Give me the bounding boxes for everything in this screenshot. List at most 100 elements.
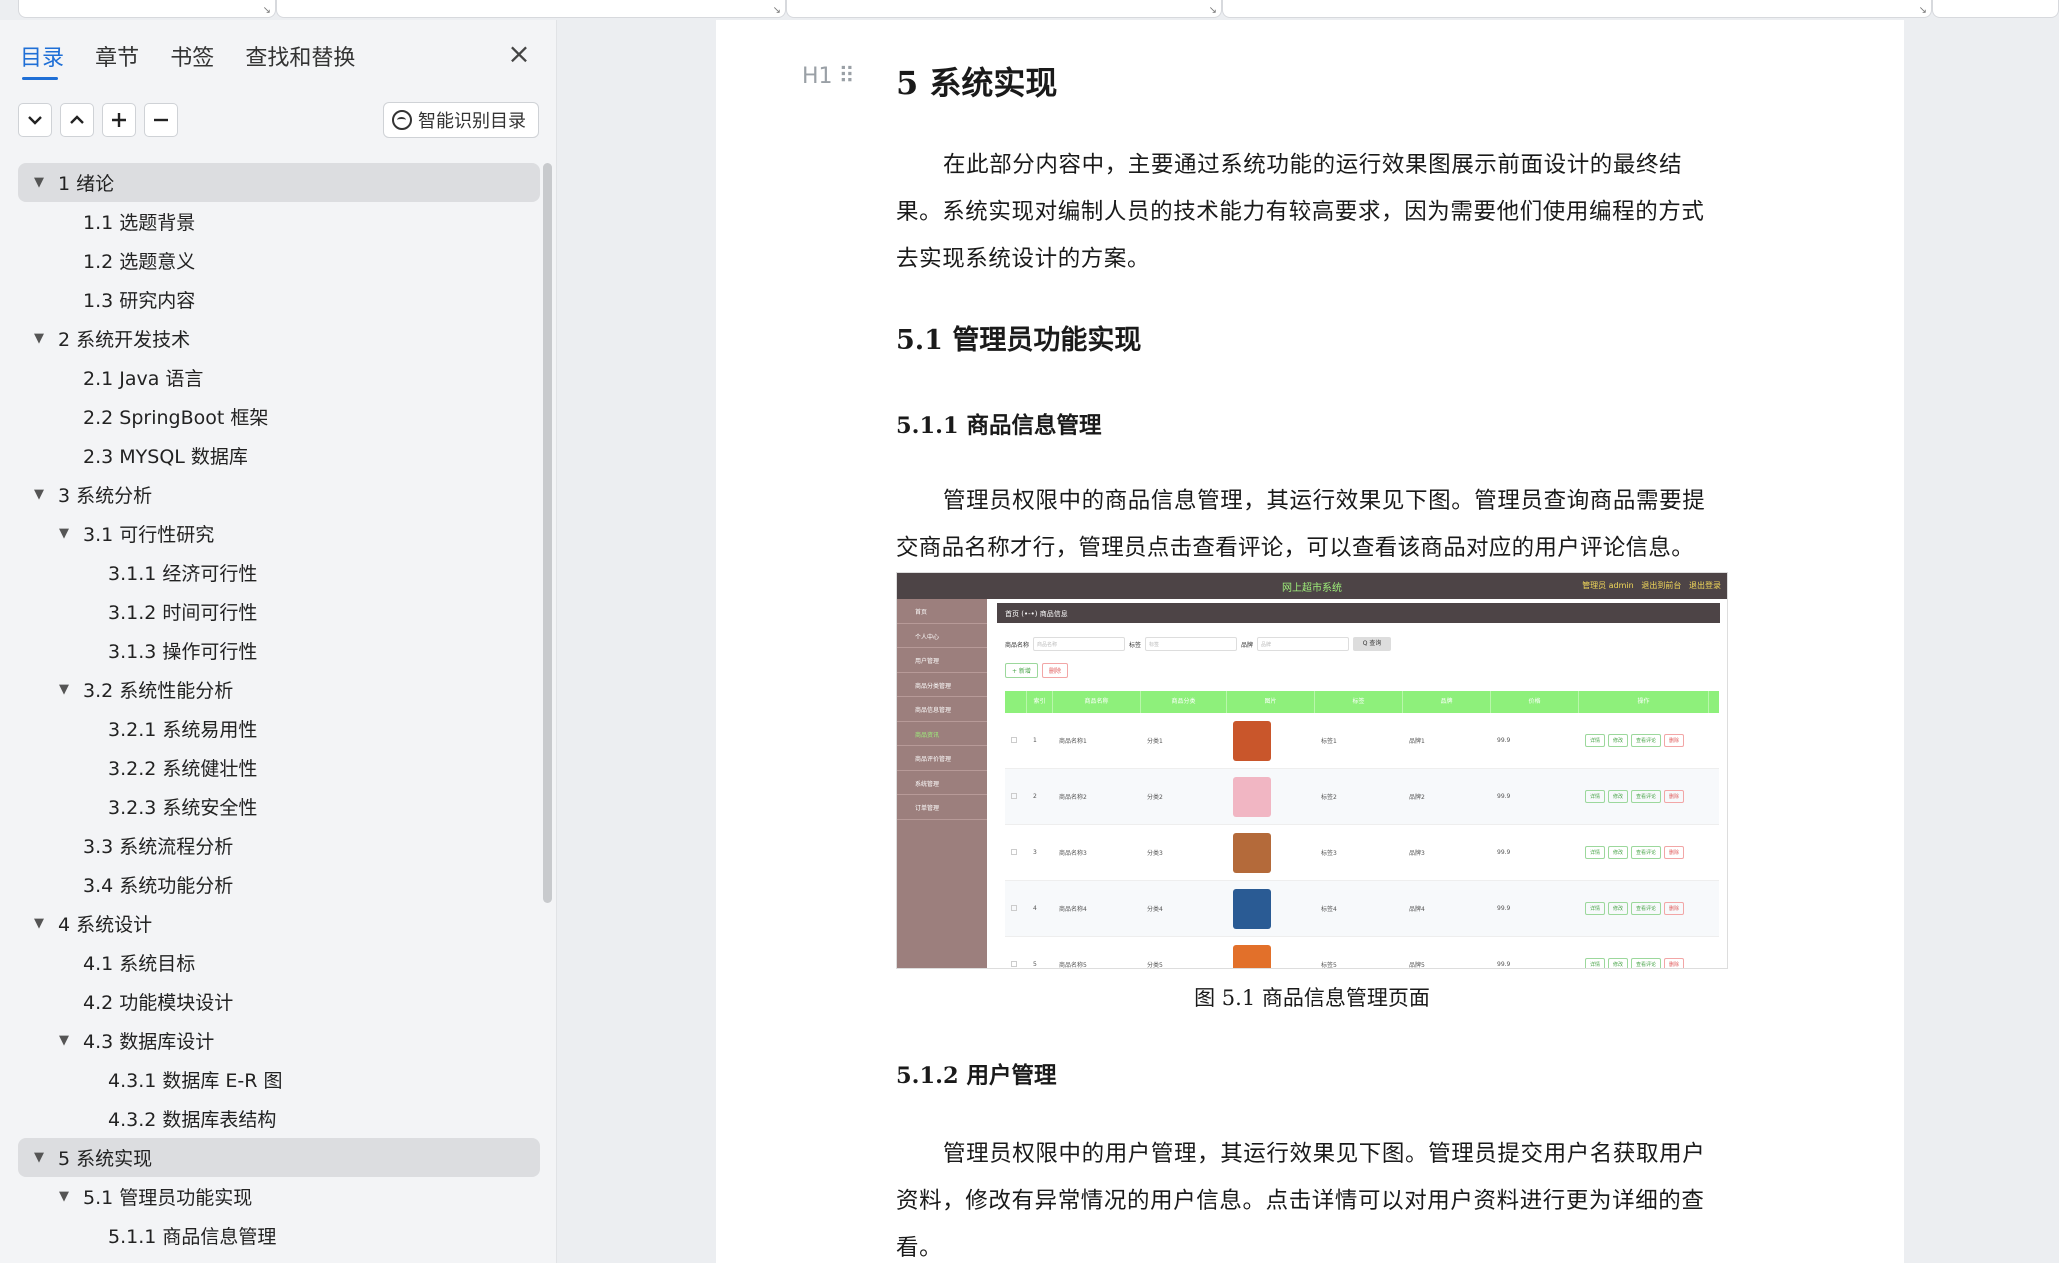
expand-arrow-icon[interactable]: ▼ [34,1150,44,1165]
shot-cell: 分类3 [1147,850,1163,857]
shot-label: 标签 [1129,641,1142,649]
toc-item[interactable]: ▼ 3.2 系统性能分析 [18,670,540,709]
minus-icon [154,118,168,122]
heading-handle[interactable]: H1 ⠿ [802,64,855,89]
shot-cell: 99.9 [1497,849,1511,856]
top-panel-4[interactable]: ↘ [1222,0,1932,18]
shot-row-checkbox [1005,792,1027,801]
top-panel-3[interactable]: ↘ [786,0,1222,18]
ai-recognize-toc-button[interactable]: 智能识别目录 [383,102,539,138]
shot-side-item: 系统管理 [897,771,987,795]
figure-image[interactable]: 网上超市系统 管理员 admin 退出到前台 退出登录 首页 个人中心 用户管理 商品… [896,572,1728,969]
toc-item[interactable]: 1.2 选题意义 [18,241,540,280]
resize-icon[interactable]: ↘ [773,5,781,16]
shot-cell: 品牌5 [1409,962,1425,969]
toc-item[interactable]: ▼ 5.1 管理员功能实现 [18,1177,540,1216]
toc-item[interactable]: 2.3 MYSQL 数据库 [18,436,540,475]
shot-row-checkbox [1005,960,1027,969]
heading-3-goods: 5.1.1 商品信息管理 [896,413,1102,439]
resize-icon[interactable]: ↘ [263,5,271,16]
toc-item[interactable]: ▼ 3.1 可行性研究 [18,514,540,553]
toc-item[interactable]: 2.2 SpringBoot 框架 [18,397,540,436]
toc-item[interactable]: ▼ 5 系统实现 [18,1138,540,1177]
toc-item[interactable]: 3.1.3 操作可行性 [18,631,540,670]
toc-item[interactable]: 3.1.2 时间可行性 [18,592,540,631]
shot-cell: 商品名称1 [1059,738,1087,745]
toc-item[interactable]: 1.1 选题背景 [18,202,540,241]
shot-cell: 标签5 [1321,962,1337,969]
shot-breadcrumb: 首页 (•-•) 商品信息 [997,603,1720,623]
toc-item[interactable]: 4.1 系统目标 [18,943,540,982]
toc-item[interactable]: 4.3.2 数据库表结构 [18,1099,540,1138]
shot-product-thumb [1227,832,1315,873]
top-panel-2[interactable]: ↘ [276,0,786,18]
add-entry-button[interactable] [102,103,136,137]
expand-down-button[interactable] [18,103,52,137]
shot-side-item: 用户管理 [897,648,987,673]
remove-entry-button[interactable] [144,103,178,137]
toc-item[interactable]: 3.1.1 经济可行性 [18,553,540,592]
expand-arrow-icon[interactable]: ▼ [59,682,69,697]
expand-arrow-icon[interactable]: ▼ [34,487,44,502]
heading-1: 5 系统实现 [896,64,1058,102]
shot-cell: 5 [1033,961,1037,968]
toc-item-label: 4 系统设计 [58,914,153,936]
toc-item[interactable]: ▼ 4 系统设计 [18,904,540,943]
shot-header: 网上超市系统 管理员 admin 退出到前台 退出登录 [897,573,1727,599]
toc-item[interactable]: ▼ 2 系统开发技术 [18,319,540,358]
shot-cell: 商品名称5 [1059,962,1087,969]
resize-icon[interactable]: ↘ [1209,5,1217,16]
shot-label: 品牌 [1241,641,1254,649]
shot-table-row: 5 商品名称5 分类5 标签5 品牌5 99.9 详情 修改 查看评论 删除 [1005,937,1719,969]
shot-row-ops: 详情 修改 查看评论 删除 [1579,734,1709,747]
expand-arrow-icon[interactable]: ▼ [34,175,44,190]
tab-bookmarks[interactable]: 书签 [170,40,214,78]
toc-item[interactable]: 3.2.2 系统健壮性 [18,748,540,787]
toc-item[interactable]: 3.2.3 系统安全性 [18,787,540,826]
toc-item[interactable]: 5.1.1 商品信息管理 [18,1216,540,1255]
expand-arrow-icon[interactable]: ▼ [34,331,44,346]
toc-item[interactable]: 3.4 系统功能分析 [18,865,540,904]
tab-toc[interactable]: 目录 [20,40,64,80]
shot-cell: 品牌4 [1409,906,1425,913]
shot-op-button: 详情 [1585,846,1606,859]
toc-item[interactable]: 4.3.1 数据库 E-R 图 [18,1060,540,1099]
tab-chapters[interactable]: 章节 [95,40,139,78]
toc-item[interactable]: ▼ 1 绪论 [18,163,540,202]
expand-arrow-icon[interactable]: ▼ [59,1033,69,1048]
expand-arrow-icon[interactable]: ▼ [59,526,69,541]
toc-item[interactable]: 3.2.1 系统易用性 [18,709,540,748]
shot-cell: 商品名称2 [1059,794,1087,801]
shot-op-button: 详情 [1585,902,1606,915]
shot-column-header: 商品分类 [1141,691,1227,713]
toc-item[interactable]: 2.1 Java 语言 [18,358,540,397]
shot-side-item: 商品信息管理 [897,697,987,722]
expand-arrow-icon[interactable]: ▼ [59,1189,69,1204]
shot-search-bar: 商品名称 商品名称 标签 标签 品牌 品牌 Q 查询 [1005,637,1392,651]
expand-arrow-icon[interactable]: ▼ [34,916,44,931]
shot-cell: 标签4 [1321,906,1337,913]
toc-item[interactable]: ▼ 3 系统分析 [18,475,540,514]
shot-cell: 品牌2 [1409,794,1425,801]
resize-icon[interactable]: ↘ [1919,5,1927,16]
toc-item-label: 2 系统开发技术 [58,329,191,351]
shot-op-button: 详情 [1585,734,1606,747]
toc-item[interactable]: 3.3 系统流程分析 [18,826,540,865]
toc-item[interactable]: ▼ 4.3 数据库设计 [18,1021,540,1060]
sidebar-scrollbar[interactable] [543,163,552,903]
toc-item-label: 3.2.2 系统健壮性 [108,758,258,780]
toc-item-label: 4.3 数据库设计 [83,1031,215,1053]
tab-find-replace[interactable]: 查找和替换 [245,40,355,78]
top-panel-5[interactable] [1932,0,2059,18]
toc-item[interactable]: 4.2 功能模块设计 [18,982,540,1021]
drag-handle-icon[interactable]: ⠿ [839,64,855,89]
top-panel-1[interactable]: ↘ [18,0,276,18]
shot-side-item: 商品分类管理 [897,673,987,697]
shot-table-row: 3 商品名称3 分类3 标签3 品牌3 99.9 详情 修改 查看评论 删除 [1005,825,1719,881]
collapse-up-button[interactable] [60,103,94,137]
close-icon[interactable]: × [506,40,532,68]
shot-table-row: 2 商品名称2 分类2 标签2 品牌2 99.9 详情 修改 查看评论 删除 [1005,769,1719,825]
shot-product-thumb [1227,776,1315,817]
shot-column-header: 品牌 [1403,691,1491,713]
toc-item[interactable]: 1.3 研究内容 [18,280,540,319]
